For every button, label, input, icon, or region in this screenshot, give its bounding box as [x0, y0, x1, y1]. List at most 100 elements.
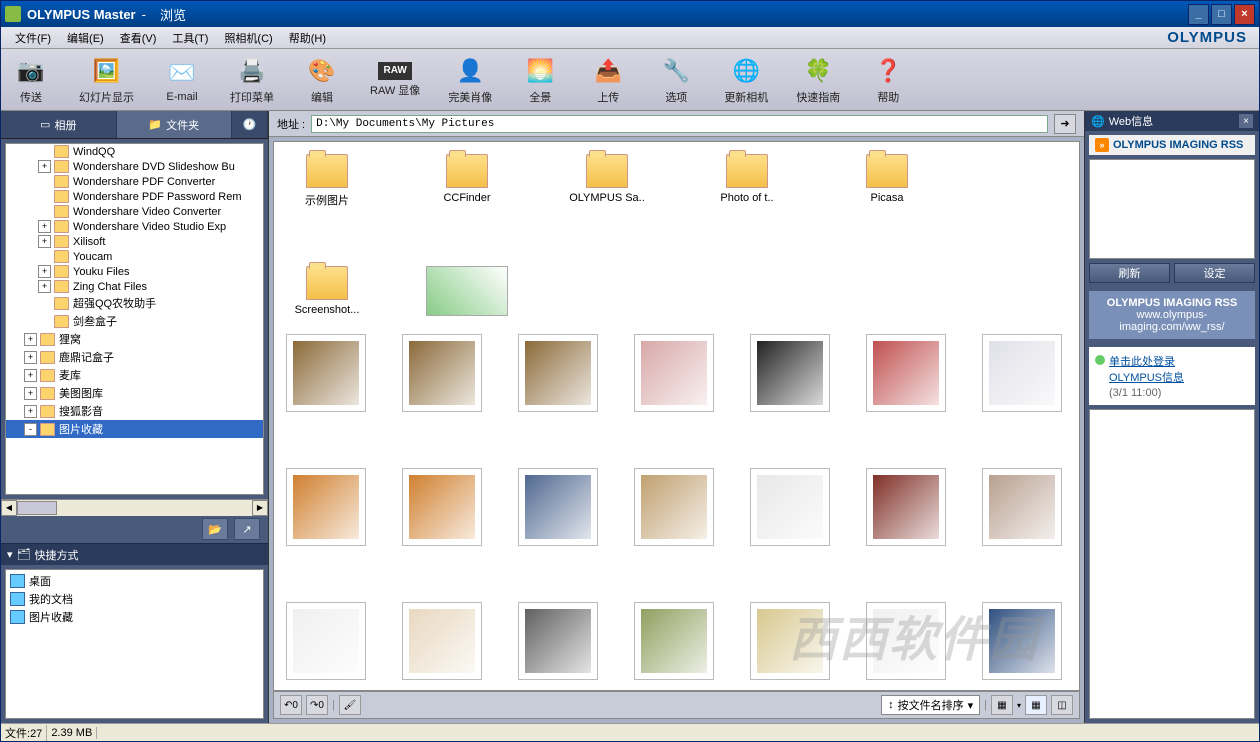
menu-tools[interactable]: 工具(T)	[164, 28, 216, 48]
options-button[interactable]: 🔧选项	[656, 55, 696, 105]
tree-row[interactable]: +狸窝	[6, 330, 263, 348]
quick-item[interactable]: 图片收藏	[8, 608, 261, 626]
raw-button[interactable]: RAWRAW 显像	[370, 62, 420, 98]
tree-toggle[interactable]: +	[24, 405, 37, 418]
thumbnail-item[interactable]	[286, 468, 366, 546]
scroll-right-button[interactable]: ▶	[252, 500, 268, 516]
tree-row[interactable]: +Youku Files	[6, 264, 263, 279]
transfer-button[interactable]: 📷传送	[11, 55, 51, 105]
folder-item[interactable]: OLYMPUS Sa..	[566, 154, 648, 208]
view-grid-button[interactable]: ▦	[1025, 695, 1047, 715]
tree-row[interactable]: +Zing Chat Files	[6, 279, 263, 294]
update-button[interactable]: 🌐更新相机	[724, 55, 768, 105]
thumbnail-item[interactable]	[634, 602, 714, 680]
thumbnail-item[interactable]	[426, 266, 508, 316]
thumbnail-item[interactable]	[982, 602, 1062, 680]
view-thumbs-button[interactable]: ▦	[991, 695, 1013, 715]
folder-item[interactable]: 示例图片	[286, 154, 368, 208]
tree-toggle[interactable]: +	[24, 369, 37, 382]
folder-tree[interactable]: WindQQ+Wondershare DVD Slideshow Bu Wonde…	[5, 143, 264, 495]
scroll-thumb[interactable]	[17, 501, 57, 515]
tree-row[interactable]: -图片收藏	[6, 420, 263, 438]
close-panel-button[interactable]: ×	[1239, 114, 1253, 128]
tree-row[interactable]: 超强QQ农牧助手	[6, 294, 263, 312]
tab-clock[interactable]: 🕐	[232, 111, 268, 138]
thumbnail-item[interactable]	[750, 468, 830, 546]
tree-toggle[interactable]: +	[38, 220, 51, 233]
print-button[interactable]: 🖨️打印菜单	[230, 55, 274, 105]
upload-button[interactable]: 📤上传	[588, 55, 628, 105]
thumbnail-item[interactable]	[402, 468, 482, 546]
thumbnail-item[interactable]	[634, 334, 714, 412]
scroll-left-button[interactable]: ◀	[1, 500, 17, 516]
open-external-button[interactable]: ↗	[234, 518, 260, 540]
thumbnail-item[interactable]	[982, 334, 1062, 412]
portrait-button[interactable]: 👤完美肖像	[448, 55, 492, 105]
help-button[interactable]: ❓帮助	[868, 55, 908, 105]
tree-row[interactable]: +搜狐影音	[6, 402, 263, 420]
thumbnail-item[interactable]	[518, 468, 598, 546]
settings-button[interactable]: 设定	[1174, 263, 1255, 283]
menu-view[interactable]: 查看(V)	[112, 28, 165, 48]
tree-toggle[interactable]: +	[38, 235, 51, 248]
scroll-track[interactable]	[17, 500, 252, 516]
refresh-button[interactable]: 刷新	[1089, 263, 1170, 283]
tree-toggle[interactable]: +	[38, 160, 51, 173]
tree-hscrollbar[interactable]: ◀ ▶	[1, 499, 268, 515]
folder-item[interactable]: Photo of t..	[706, 154, 788, 208]
thumbnail-item[interactable]	[866, 602, 946, 680]
tree-row[interactable]: Youcam	[6, 249, 263, 264]
tree-row[interactable]: 剑叁盒子	[6, 312, 263, 330]
thumbnail-item[interactable]	[402, 602, 482, 680]
tree-row[interactable]: Wondershare PDF Password Rem	[6, 189, 263, 204]
quick-item[interactable]: 桌面	[8, 572, 261, 590]
folder-item[interactable]: Picasa	[846, 154, 928, 208]
menu-edit[interactable]: 编辑(E)	[59, 28, 112, 48]
tree-row[interactable]: +鹿鼎记盒子	[6, 348, 263, 366]
guide-button[interactable]: 🍀快速指南	[796, 55, 840, 105]
close-button[interactable]: ×	[1234, 4, 1255, 25]
thumbnail-item[interactable]	[750, 602, 830, 680]
tree-row[interactable]: WindQQ	[6, 144, 263, 159]
rss-login-link[interactable]: 单击此处登录OLYMPUS信息	[1095, 353, 1249, 385]
thumbnail-item[interactable]	[750, 334, 830, 412]
view-split-button[interactable]: ◫	[1051, 695, 1073, 715]
quick-access-header[interactable]: ▾ 🗂 快捷方式	[1, 543, 268, 565]
thumbnail-item[interactable]	[866, 468, 946, 546]
tree-toggle[interactable]: +	[24, 387, 37, 400]
edit-button[interactable]: 🎨编辑	[302, 55, 342, 105]
sort-dropdown[interactable]: ↕按文件名排序▾	[881, 695, 980, 715]
panorama-button[interactable]: 🌅全景	[520, 55, 560, 105]
tree-row[interactable]: +Wondershare Video Studio Exp	[6, 219, 263, 234]
tree-toggle[interactable]: +	[38, 265, 51, 278]
tree-row[interactable]: +麦库	[6, 366, 263, 384]
thumbnail-item[interactable]	[634, 468, 714, 546]
folder-item[interactable]: CCFinder	[426, 154, 508, 208]
rotate-left-button[interactable]: ↶0	[280, 695, 302, 715]
thumbnail-item[interactable]	[518, 602, 598, 680]
maximize-button[interactable]: □	[1211, 4, 1232, 25]
quick-item[interactable]: 我的文档	[8, 590, 261, 608]
go-button[interactable]: ➜	[1054, 114, 1076, 134]
new-folder-button[interactable]: 📂	[202, 518, 228, 540]
tree-toggle[interactable]: -	[24, 423, 37, 436]
tree-row[interactable]: +Wondershare DVD Slideshow Bu	[6, 159, 263, 174]
address-input[interactable]	[311, 115, 1048, 133]
thumbnail-item[interactable]	[286, 602, 366, 680]
rotate-right-button[interactable]: ↷0	[306, 695, 328, 715]
email-button[interactable]: ✉️E-mail	[162, 57, 202, 103]
thumbnail-item[interactable]	[982, 468, 1062, 546]
thumbnail-item[interactable]	[286, 334, 366, 412]
menu-help[interactable]: 帮助(H)	[281, 28, 334, 48]
file-browser[interactable]: 示例图片 CCFinder OLYMPUS Sa.. Photo of t.. Pica…	[273, 141, 1080, 691]
tree-toggle[interactable]: +	[24, 351, 37, 364]
tab-folder[interactable]: 📁文件夹	[117, 111, 233, 138]
minimize-button[interactable]: _	[1188, 4, 1209, 25]
thumbnail-item[interactable]	[518, 334, 598, 412]
paint-button[interactable]: 🖌	[339, 695, 361, 715]
slideshow-button[interactable]: 🖼️幻灯片显示	[79, 55, 134, 105]
tab-album[interactable]: ▭相册	[1, 111, 117, 138]
tree-toggle[interactable]: +	[24, 333, 37, 346]
thumbnail-item[interactable]	[866, 334, 946, 412]
tree-toggle[interactable]: +	[38, 280, 51, 293]
